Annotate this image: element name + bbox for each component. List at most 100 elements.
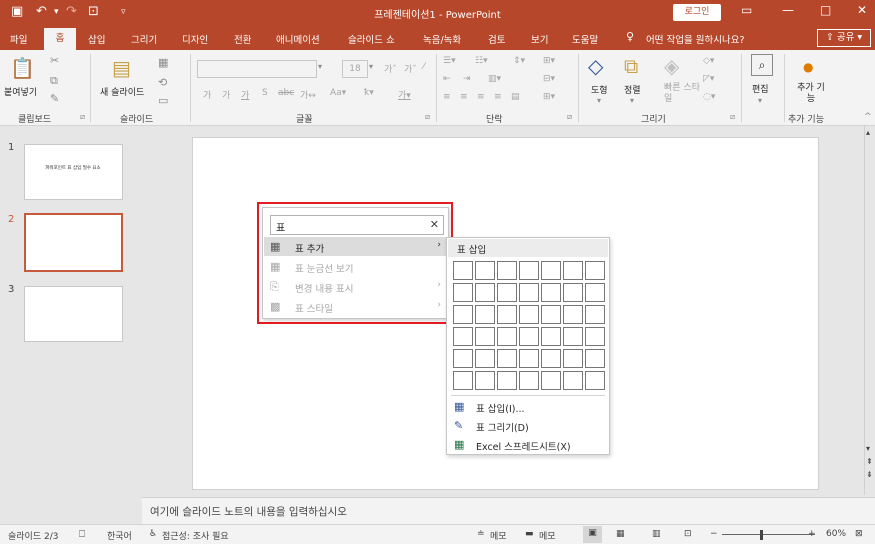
table-grid-cell[interactable] (585, 283, 605, 302)
menu-item-insert-table[interactable]: ▦ 표 삽입(I)... (448, 397, 608, 416)
ribbon-display-icon[interactable]: ▭ (741, 3, 752, 17)
font-name-box[interactable] (197, 60, 317, 78)
tab-record[interactable]: 녹음/녹화 (423, 32, 461, 46)
tell-me-search[interactable]: 어떤 작업을 원하시나요? (646, 32, 744, 46)
columns-icon[interactable]: ▥▾ (488, 74, 501, 84)
quick-styles-icon[interactable]: ◈ (664, 54, 679, 78)
table-grid-cell[interactable] (475, 371, 495, 390)
grow-font-icon[interactable]: 가ˆ (384, 62, 397, 75)
paste-icon[interactable]: 📋 (10, 56, 35, 80)
table-grid-cell[interactable] (563, 261, 583, 280)
table-grid-cell[interactable] (519, 327, 539, 346)
table-grid-cell[interactable] (519, 371, 539, 390)
arrange-button[interactable]: 정렬 (624, 83, 641, 96)
zoom-slider-thumb[interactable] (760, 530, 763, 540)
shapes-button[interactable]: 도형 (591, 83, 608, 96)
table-grid-cell[interactable] (585, 371, 605, 390)
underline-icon[interactable]: 가 (241, 88, 249, 101)
table-grid-cell[interactable] (585, 305, 605, 324)
clear-format-icon[interactable]: ⁄ (423, 62, 425, 72)
table-grid-cell[interactable] (453, 371, 473, 390)
tab-slideshow[interactable]: 슬라이드 쇼 (348, 32, 395, 46)
table-grid-cell[interactable] (541, 261, 561, 280)
slide-sorter-icon[interactable]: ▦ (616, 529, 625, 539)
table-grid-cell[interactable] (585, 261, 605, 280)
menu-item-excel-spreadsheet[interactable]: ▦ Excel 스프레드시트(X) (448, 435, 608, 454)
table-grid-cell[interactable] (563, 327, 583, 346)
accessibility-icon[interactable]: ♿ (149, 529, 157, 539)
tab-file[interactable]: 파일 (10, 32, 27, 46)
slide-thumbnail-3[interactable] (24, 286, 123, 342)
tab-home[interactable]: 홈 (44, 28, 76, 50)
align-left-icon[interactable]: ≡ (443, 92, 451, 102)
dialog-launcher-icon[interactable]: ⧄ (730, 112, 735, 122)
table-grid-cell[interactable] (563, 283, 583, 302)
quick-styles-button[interactable]: 빠른 스타일 (664, 83, 704, 105)
table-grid-cell[interactable] (541, 305, 561, 324)
table-grid-cell[interactable] (585, 327, 605, 346)
table-grid-cell[interactable] (475, 349, 495, 368)
reset-icon[interactable]: ⟲ (158, 76, 167, 89)
cut-icon[interactable]: ✂ (50, 54, 59, 67)
align-right-icon[interactable]: ≡ (477, 92, 485, 102)
table-grid-cell[interactable] (497, 283, 517, 302)
table-grid-cell[interactable] (453, 349, 473, 368)
table-grid-cell[interactable] (563, 371, 583, 390)
section-icon[interactable]: ▭ (158, 94, 168, 107)
slideshow-icon[interactable]: ⊡ (684, 529, 692, 539)
share-button[interactable]: ⇪ 공유 ▾ (817, 29, 871, 47)
table-grid-cell[interactable] (453, 305, 473, 324)
table-grid-cell[interactable] (541, 283, 561, 302)
language-status[interactable]: 한국어 (107, 529, 132, 542)
change-case-icon[interactable]: Aa▾ (330, 88, 346, 98)
shape-effects-icon[interactable]: ◌▾ (703, 92, 715, 102)
bullets-icon[interactable]: ☰▾ (443, 56, 456, 66)
tab-insert[interactable]: 삽입 (88, 32, 105, 46)
zoom-level[interactable]: 60% (826, 529, 846, 539)
dialog-launcher-icon[interactable]: ⧄ (80, 112, 85, 122)
comments-button[interactable]: 메모 (539, 529, 556, 542)
search-icon[interactable]: ⌕ (751, 54, 773, 76)
tab-design[interactable]: 디자인 (182, 32, 208, 46)
minimize-icon[interactable]: — (782, 3, 794, 17)
editing-button[interactable]: 편집 (752, 82, 769, 95)
addins-button[interactable]: 추가 기능 (797, 83, 825, 105)
table-grid-cell[interactable] (563, 349, 583, 368)
table-grid-cell[interactable] (519, 305, 539, 324)
tab-review[interactable]: 검토 (488, 32, 505, 46)
slide-thumbnail-2[interactable] (24, 213, 123, 272)
comments-icon[interactable]: ▬ (525, 529, 534, 539)
highlight-icon[interactable]: ꝁ▾ (364, 88, 374, 98)
chevron-down-icon[interactable]: ▾ (318, 62, 322, 71)
previous-slide-icon[interactable]: ⇞ (866, 457, 873, 466)
table-grid-cell[interactable] (475, 305, 495, 324)
new-slide-icon[interactable]: ▤ (112, 56, 131, 80)
table-grid-cell[interactable] (475, 283, 495, 302)
decrease-indent-icon[interactable]: ⇤ (443, 74, 451, 84)
notes-pane[interactable]: 여기에 슬라이드 노트의 내용을 입력하십시오 (142, 497, 875, 524)
table-grid-cell[interactable] (453, 261, 473, 280)
table-grid-cell[interactable] (453, 327, 473, 346)
smartart-icon[interactable]: ⊞▾ (543, 92, 555, 102)
dialog-launcher-icon[interactable]: ⧄ (567, 112, 572, 122)
arrange-icon[interactable]: ⧉ (624, 54, 638, 78)
tab-draw[interactable]: 그리기 (131, 32, 157, 46)
reading-view-icon[interactable]: ▥ (652, 529, 661, 539)
copy-icon[interactable]: ⧉ (50, 74, 58, 88)
table-grid-cell[interactable] (519, 283, 539, 302)
justify-icon[interactable]: ≡ (494, 92, 502, 102)
addins-icon[interactable]: ● (803, 60, 813, 74)
shapes-icon[interactable]: ◇ (588, 54, 603, 78)
align-text-icon[interactable]: ⊟▾ (543, 74, 555, 84)
table-grid-cell[interactable] (497, 371, 517, 390)
close-icon[interactable]: ✕ (857, 3, 867, 17)
zoom-out-icon[interactable]: − (710, 529, 718, 539)
scroll-up-icon[interactable]: ▴ (866, 128, 870, 137)
numbering-icon[interactable]: ☷▾ (475, 56, 488, 66)
maximize-icon[interactable]: □ (820, 3, 831, 17)
dialog-launcher-icon[interactable]: ⧄ (425, 112, 430, 122)
next-slide-icon[interactable]: ⇟ (866, 470, 873, 479)
table-grid-cell[interactable] (541, 371, 561, 390)
shape-fill-icon[interactable]: ◇▾ (703, 56, 714, 66)
spelling-icon[interactable]: ⎕ (79, 529, 85, 540)
